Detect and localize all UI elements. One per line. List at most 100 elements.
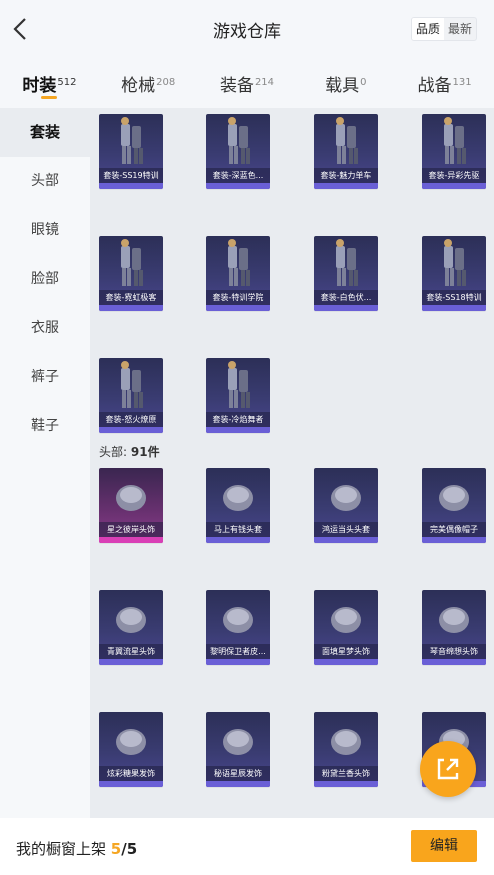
- rarity-bar: [99, 427, 163, 433]
- sidebar-item-head[interactable]: 头部: [0, 157, 90, 206]
- suit-thumbnail: [444, 239, 466, 286]
- headwear-card[interactable]: 马上有钱头套: [206, 468, 270, 543]
- rarity-bar: [206, 659, 270, 665]
- showcase-label: 我的橱窗上架: [16, 840, 107, 858]
- head-thumbnail: [331, 607, 361, 633]
- rarity-bar: [99, 781, 163, 787]
- suit-thumbnail: [121, 361, 143, 408]
- item-name: 星之彼岸头饰: [99, 522, 163, 537]
- sort-quality-button[interactable]: 品质: [411, 18, 444, 40]
- rarity-bar: [99, 183, 163, 189]
- item-name: 炫彩糖果发饰: [99, 766, 163, 781]
- header: 游戏仓库 品质 最新: [0, 0, 494, 58]
- suit-card[interactable]: 套装-异彩先驱: [422, 114, 486, 189]
- item-grid: 头部: 91件 套装-SS19特训 套装-深蓝色... 套装-魅力单车 套装-异彩先驱…: [90, 108, 494, 818]
- headwear-card[interactable]: 秘语星辰发饰: [206, 712, 270, 787]
- item-name: 面填星梦头饰: [314, 644, 378, 659]
- item-name: 套装-霓虹极客: [99, 290, 163, 305]
- item-name: 琴音绵想头饰: [422, 644, 486, 659]
- head-thumbnail: [116, 485, 146, 511]
- edit-button[interactable]: 编辑: [411, 830, 477, 862]
- tab-count: 0: [360, 76, 367, 88]
- rarity-bar: [314, 781, 378, 787]
- suit-card[interactable]: 套装-白色伏...: [314, 236, 378, 311]
- headwear-card[interactable]: 星之彼岸头饰: [99, 468, 163, 543]
- rarity-bar: [206, 781, 270, 787]
- suit-thumbnail: [444, 117, 466, 164]
- sort-latest-button[interactable]: 最新: [444, 18, 476, 40]
- tab-vehicles[interactable]: 载具0: [296, 58, 395, 108]
- sidebar-item-shoes[interactable]: 鞋子: [0, 402, 90, 451]
- suit-thumbnail: [121, 117, 143, 164]
- headwear-card[interactable]: 粉黛兰香头饰: [314, 712, 378, 787]
- tab-guns[interactable]: 枪械208: [99, 58, 198, 108]
- sidebar: 套装 头部 眼镜 脸部 衣服 裤子 鞋子: [0, 108, 90, 818]
- headwear-card[interactable]: 琴音绵想头饰: [422, 590, 486, 665]
- rarity-bar: [206, 305, 270, 311]
- head-thumbnail: [116, 607, 146, 633]
- suit-card[interactable]: 套装-SS18特训: [422, 236, 486, 311]
- item-name: 套装-异彩先驱: [422, 168, 486, 183]
- item-name: 套装-深蓝色...: [206, 168, 270, 183]
- head-section-header: 头部: 91件: [99, 443, 160, 460]
- rarity-bar: [206, 183, 270, 189]
- head-thumbnail: [439, 607, 469, 633]
- rarity-bar: [314, 659, 378, 665]
- sidebar-item-glasses[interactable]: 眼镜: [0, 206, 90, 255]
- headwear-card[interactable]: 面填星梦头饰: [314, 590, 378, 665]
- share-icon: [437, 758, 459, 780]
- tab-label: 战备: [417, 76, 452, 96]
- warehouse-page: 游戏仓库 品质 最新 时装512 枪械208 装备214 载具0 战备131 套…: [0, 0, 494, 875]
- suit-thumbnail: [336, 239, 358, 286]
- suit-card[interactable]: 套装-魅力单车: [314, 114, 378, 189]
- tab-label: 装备: [219, 76, 254, 96]
- headwear-card[interactable]: 青翼流星头饰: [99, 590, 163, 665]
- tab-fashion[interactable]: 时装512: [0, 58, 99, 108]
- suit-card[interactable]: 套装-SS19特训: [99, 114, 163, 189]
- suit-thumbnail: [228, 117, 250, 164]
- suit-card[interactable]: 套装-怒火燎原: [99, 358, 163, 433]
- item-name: 套装-SS18特训: [422, 290, 486, 305]
- active-tab-indicator: [41, 96, 58, 99]
- head-thumbnail: [223, 607, 253, 633]
- rarity-bar: [422, 537, 486, 543]
- rarity-bar: [99, 305, 163, 311]
- showcase-status: 我的橱窗上架 5/5: [16, 838, 137, 859]
- suit-card[interactable]: 套装-霓虹极客: [99, 236, 163, 311]
- sidebar-item-suits[interactable]: 套装: [0, 108, 90, 157]
- tab-label: 枪械: [121, 76, 156, 96]
- head-thumbnail: [116, 729, 146, 755]
- item-name: 套装-怒火燎原: [99, 412, 163, 427]
- tab-count: 131: [452, 76, 472, 88]
- showcase-current: 5: [110, 840, 122, 858]
- item-name: 套装-魅力单车: [314, 168, 378, 183]
- suit-card[interactable]: 套装-冷焰舞者: [206, 358, 270, 433]
- headwear-card[interactable]: 鸿运当头头套: [314, 468, 378, 543]
- headwear-card[interactable]: 炫彩糖果发饰: [99, 712, 163, 787]
- category-tabs: 时装512 枪械208 装备214 载具0 战备131: [0, 58, 494, 108]
- sidebar-item-clothes[interactable]: 衣服: [0, 304, 90, 353]
- suit-card[interactable]: 套装-深蓝色...: [206, 114, 270, 189]
- suit-thumbnail: [336, 117, 358, 164]
- share-button[interactable]: [420, 741, 476, 797]
- sidebar-item-pants[interactable]: 裤子: [0, 353, 90, 402]
- rarity-bar: [99, 537, 163, 543]
- item-name: 套装-特训学院: [206, 290, 270, 305]
- headwear-card[interactable]: 黎明保卫者皮...: [206, 590, 270, 665]
- suit-card[interactable]: 套装-特训学院: [206, 236, 270, 311]
- tab-supplies[interactable]: 战备131: [395, 58, 494, 108]
- suit-thumbnail: [121, 239, 143, 286]
- showcase-total: 5: [126, 840, 138, 858]
- sort-toggle: 品质 最新: [410, 17, 477, 41]
- tab-equipment[interactable]: 装备214: [198, 58, 297, 108]
- item-name: 黎明保卫者皮...: [206, 644, 270, 659]
- head-thumbnail: [223, 485, 253, 511]
- item-name: 粉黛兰香头饰: [314, 766, 378, 781]
- sidebar-item-face[interactable]: 脸部: [0, 255, 90, 304]
- headwear-card[interactable]: 完美偶像帽子: [422, 468, 486, 543]
- tab-label: 载具: [325, 76, 360, 96]
- item-name: 马上有钱头套: [206, 522, 270, 537]
- rarity-bar: [206, 427, 270, 433]
- tab-count: 214: [254, 76, 275, 88]
- item-name: 青翼流星头饰: [99, 644, 163, 659]
